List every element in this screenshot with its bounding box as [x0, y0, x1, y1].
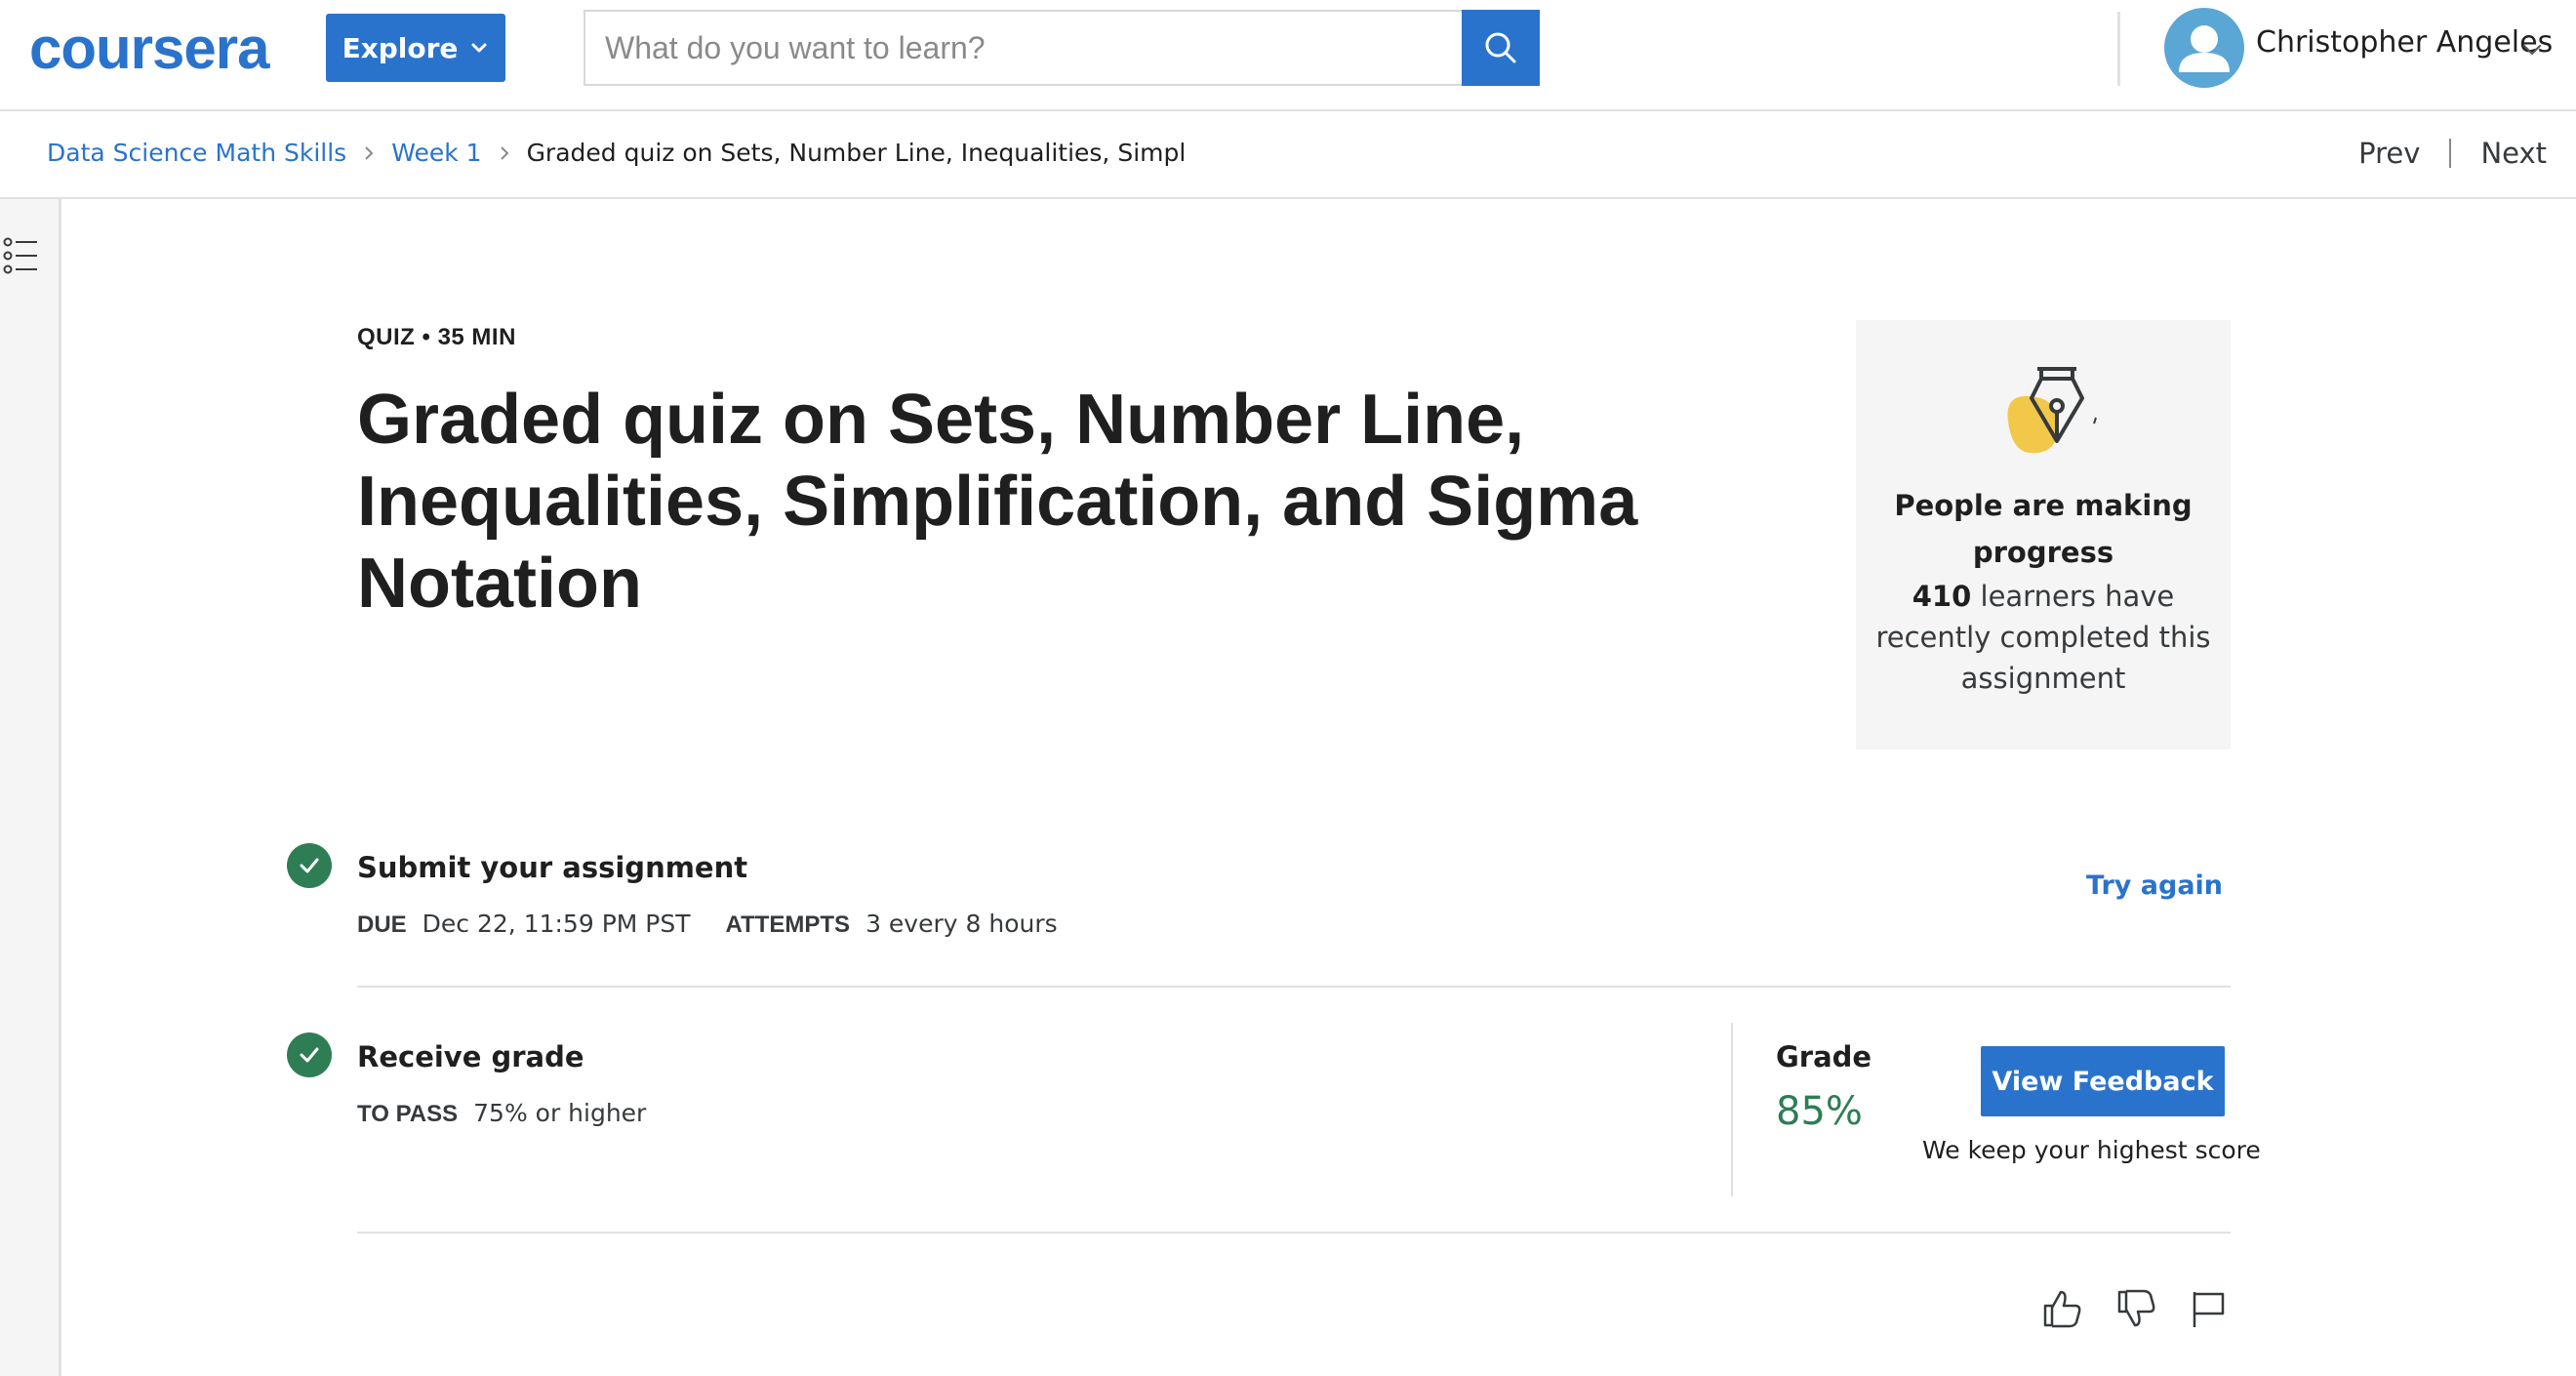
attempts-value: 3 every 8 hours [865, 910, 1058, 938]
submit-step-title: Submit your assignment [357, 851, 748, 884]
breadcrumb-bar: Data Science Math Skills Week 1 Graded q… [0, 111, 2576, 199]
submit-step-details: DUE Dec 22, 11:59 PM PST ATTEMPTS 3 ever… [357, 910, 1093, 939]
checkmark-icon [300, 858, 319, 873]
try-again-link[interactable]: Try again [2086, 870, 2223, 901]
thumbs-down-icon[interactable] [2113, 1286, 2158, 1331]
thumbs-up-icon[interactable] [2039, 1286, 2084, 1331]
top-header: coursera Explore Christopher Angeles [0, 0, 2576, 111]
progress-title: People are making progress [1894, 489, 2193, 569]
coursera-logo[interactable]: coursera [29, 10, 269, 88]
checkmark-icon [300, 1047, 319, 1063]
due-value: Dec 22, 11:59 PM PST [422, 910, 691, 938]
section-divider [357, 1232, 2231, 1234]
attempts-key: ATTEMPTS [725, 911, 851, 938]
progress-card: People are making progress 410 learners … [1856, 320, 2231, 749]
chevron-down-icon [471, 43, 487, 53]
avatar[interactable] [2164, 8, 2244, 88]
course-outline-rail [0, 199, 61, 1376]
chevron-right-icon [500, 145, 508, 160]
learner-count: 410 [1912, 580, 1972, 613]
grade-step-details: TO PASS 75% or higher [357, 1099, 681, 1128]
next-link[interactable]: Next [2480, 137, 2547, 170]
avatar-icon [2179, 25, 2230, 72]
grade-label: Grade [1776, 1040, 1872, 1073]
submit-complete-check [287, 843, 332, 888]
section-divider [357, 986, 2231, 988]
quiz-meta: QUIZ • 35 MIN [357, 324, 516, 350]
grade-divider [1731, 1023, 1733, 1196]
due-key: DUE [357, 911, 407, 938]
to-pass-value: 75% or higher [473, 1099, 647, 1127]
grade-step-title: Receive grade [357, 1040, 584, 1073]
highest-score-note: We keep your highest score [1922, 1136, 2261, 1164]
search-button[interactable] [1462, 10, 1540, 86]
breadcrumb-week[interactable]: Week 1 [391, 139, 481, 167]
prev-next-nav: Prev Next [2358, 137, 2547, 170]
page-title: Graded quiz on Sets, Number Line, Inequa… [357, 381, 1638, 623]
user-name[interactable]: Christopher Angeles [2256, 25, 2553, 60]
explore-label: Explore [342, 31, 459, 64]
nav-divider [2449, 139, 2452, 168]
prev-link[interactable]: Prev [2358, 137, 2420, 170]
flag-icon[interactable] [2186, 1286, 2231, 1331]
breadcrumb-current: Graded quiz on Sets, Number Line, Inequa… [526, 139, 1187, 167]
pen-icon [2007, 367, 2097, 454]
breadcrumb: Data Science Math Skills Week 1 Graded q… [47, 139, 1186, 167]
breadcrumb-course[interactable]: Data Science Math Skills [47, 139, 346, 167]
progress-text: 410 learners have recently completed thi… [1875, 576, 2211, 699]
explore-button[interactable]: Explore [326, 14, 505, 82]
grade-value: 85% [1776, 1089, 1863, 1134]
to-pass-key: TO PASS [357, 1101, 459, 1127]
grade-complete-check [287, 1032, 332, 1077]
search-icon [1485, 32, 1516, 63]
header-divider [2117, 12, 2120, 86]
chevron-right-icon [365, 145, 374, 160]
search-input[interactable] [584, 10, 1462, 86]
view-feedback-button[interactable]: View Feedback [1981, 1046, 2225, 1116]
list-icon[interactable] [0, 234, 39, 277]
chevron-down-icon[interactable] [2521, 39, 2543, 61]
